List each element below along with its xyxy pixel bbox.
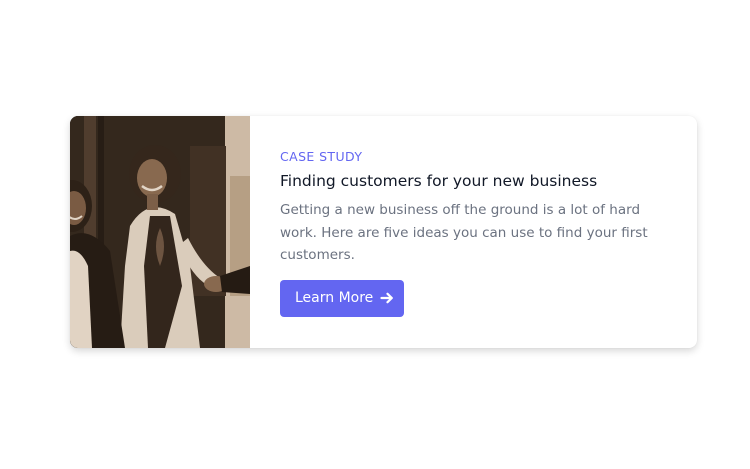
photo-illustration (70, 116, 250, 348)
case-study-card: CASE STUDY Finding customers for your ne… (70, 116, 697, 348)
learn-more-button[interactable]: Learn More (280, 279, 404, 317)
learn-more-label: Learn More (295, 290, 374, 306)
card-title: Finding customers for your new business (280, 172, 598, 190)
card-content: CASE STUDY Finding customers for your ne… (250, 116, 697, 348)
case-study-photo (70, 116, 250, 348)
card-eyebrow: CASE STUDY (280, 149, 363, 164)
arrow-right-icon (380, 291, 394, 305)
card-description: Getting a new business off the ground is… (280, 202, 648, 263)
